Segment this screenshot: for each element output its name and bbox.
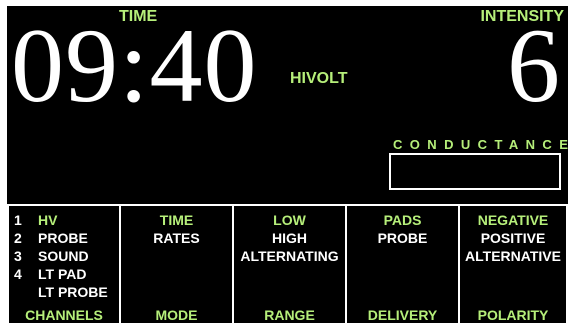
- range-option[interactable]: ALTERNATING: [234, 247, 345, 265]
- channel-number: 1: [14, 212, 22, 228]
- polarity-option[interactable]: POSITIVE: [460, 229, 566, 247]
- delivery-title: DELIVERY: [367, 307, 438, 323]
- channel-option[interactable]: LT PROBE: [14, 283, 119, 301]
- polarity-title: POLARITY: [477, 307, 549, 323]
- channel-option[interactable]: 2 PROBE: [14, 229, 119, 247]
- channels-panel[interactable]: 1 HV 2 PROBE 3 SOUND 4 LT PAD LT PROBE CHANNELS: [7, 204, 121, 323]
- settings-panels: 1 HV 2 PROBE 3 SOUND 4 LT PAD LT PROBE CHANNELS …: [7, 204, 568, 323]
- polarity-panel[interactable]: NEGATIVE POSITIVE ALTERNATIVE POLARITY: [458, 204, 568, 323]
- channel-label: SOUND: [38, 248, 89, 264]
- mode-option[interactable]: RATES: [121, 229, 232, 247]
- intensity-readout: 6: [507, 7, 560, 124]
- stimulator-display: TIME 09:40 HIVOLT INTENSITY 6 CONDUCTANC…: [7, 6, 568, 323]
- range-panel[interactable]: LOW HIGH ALTERNATING RANGE: [232, 204, 347, 323]
- range-option[interactable]: LOW: [234, 211, 345, 229]
- channel-label: LT PAD: [38, 266, 87, 282]
- channel-label: LT PROBE: [38, 284, 108, 300]
- range-options: LOW HIGH ALTERNATING: [234, 211, 345, 265]
- conductance-label: CONDUCTANCE: [393, 137, 568, 152]
- channel-label: PROBE: [38, 230, 88, 246]
- mode-option[interactable]: TIME: [121, 211, 232, 229]
- channels-title: CHANNELS: [25, 307, 103, 323]
- mode-panel[interactable]: TIME RATES MODE: [119, 204, 234, 323]
- conductance-meter: [389, 153, 561, 190]
- delivery-options: PADS PROBE: [347, 211, 458, 247]
- range-title: RANGE: [264, 307, 315, 323]
- polarity-options: NEGATIVE POSITIVE ALTERNATIVE: [460, 211, 566, 265]
- polarity-option[interactable]: ALTERNATIVE: [460, 247, 566, 265]
- delivery-panel[interactable]: PADS PROBE DELIVERY: [345, 204, 460, 323]
- channel-number: 4: [14, 266, 22, 282]
- channel-number: 2: [14, 230, 22, 246]
- time-readout: 09:40: [11, 7, 258, 124]
- polarity-option[interactable]: NEGATIVE: [460, 211, 566, 229]
- channel-option[interactable]: 1 HV: [14, 211, 119, 229]
- range-option[interactable]: HIGH: [234, 229, 345, 247]
- channel-label: HV: [38, 212, 58, 228]
- delivery-option[interactable]: PROBE: [347, 229, 458, 247]
- channel-option[interactable]: 4 LT PAD: [14, 265, 119, 283]
- channel-number: 3: [14, 248, 22, 264]
- mode-title: MODE: [155, 307, 198, 323]
- mode-indicator: HIVOLT: [290, 70, 348, 87]
- delivery-option[interactable]: PADS: [347, 211, 458, 229]
- channels-list: 1 HV 2 PROBE 3 SOUND 4 LT PAD LT PROBE: [14, 211, 119, 301]
- mode-options: TIME RATES: [121, 211, 232, 247]
- channel-option[interactable]: 3 SOUND: [14, 247, 119, 265]
